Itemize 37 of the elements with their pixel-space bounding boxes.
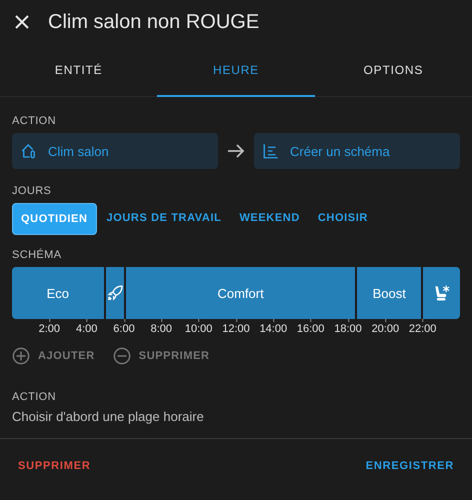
time-tick: 6:00 — [113, 319, 135, 335]
day-option[interactable]: CHOISIR — [310, 203, 376, 235]
time-slot[interactable]: Comfort — [126, 267, 356, 319]
time-tick: 22:00 — [408, 319, 436, 335]
time-tick: 4:00 — [76, 319, 98, 335]
timeline-icon — [262, 142, 280, 160]
time-tick: 18:00 — [334, 319, 362, 335]
day-option[interactable]: QUOTIDIEN — [12, 203, 97, 235]
save-button[interactable]: ENREGISTRER — [366, 460, 454, 472]
tab[interactable]: ENTITÉ — [0, 44, 158, 97]
entity-button[interactable]: Clim salon — [12, 133, 218, 169]
tab[interactable]: OPTIONS — [314, 44, 472, 97]
plus-circle-icon — [12, 347, 30, 365]
time-tick: 8:00 — [150, 319, 172, 335]
close-icon[interactable] — [14, 14, 30, 30]
section-label: JOURS — [12, 185, 52, 197]
time-slot[interactable]: Boost — [357, 267, 422, 319]
section-label: ACTION — [12, 391, 57, 403]
minus-circle-icon — [112, 347, 131, 365]
day-option[interactable]: JOURS DE TRAVAIL — [98, 203, 230, 235]
hint-text: Choisir d'abord une plage horaire — [12, 409, 205, 424]
time-tick: 20:00 — [372, 319, 400, 335]
day-option[interactable]: WEEKEND — [231, 203, 308, 235]
dialog-title: Clim salon non ROUGE — [48, 10, 260, 34]
rocket-icon — [106, 283, 124, 303]
time-tick: 12:00 — [222, 319, 250, 335]
tab[interactable]: HEURE — [157, 44, 315, 97]
time-tick: 14:00 — [260, 319, 288, 335]
time-slot[interactable]: Eco — [12, 267, 104, 319]
section-label: ACTION — [12, 115, 57, 127]
time-tick: 2:00 — [38, 319, 60, 335]
time-tick: 10:00 — [184, 319, 212, 335]
service-button[interactable]: Créer un schéma — [254, 133, 460, 169]
delete-button[interactable]: SUPPRIMER — [18, 460, 91, 472]
time-tick: 16:00 — [296, 319, 324, 335]
section-label: SCHÉMA — [12, 249, 62, 261]
house-thermometer-icon — [20, 142, 38, 160]
